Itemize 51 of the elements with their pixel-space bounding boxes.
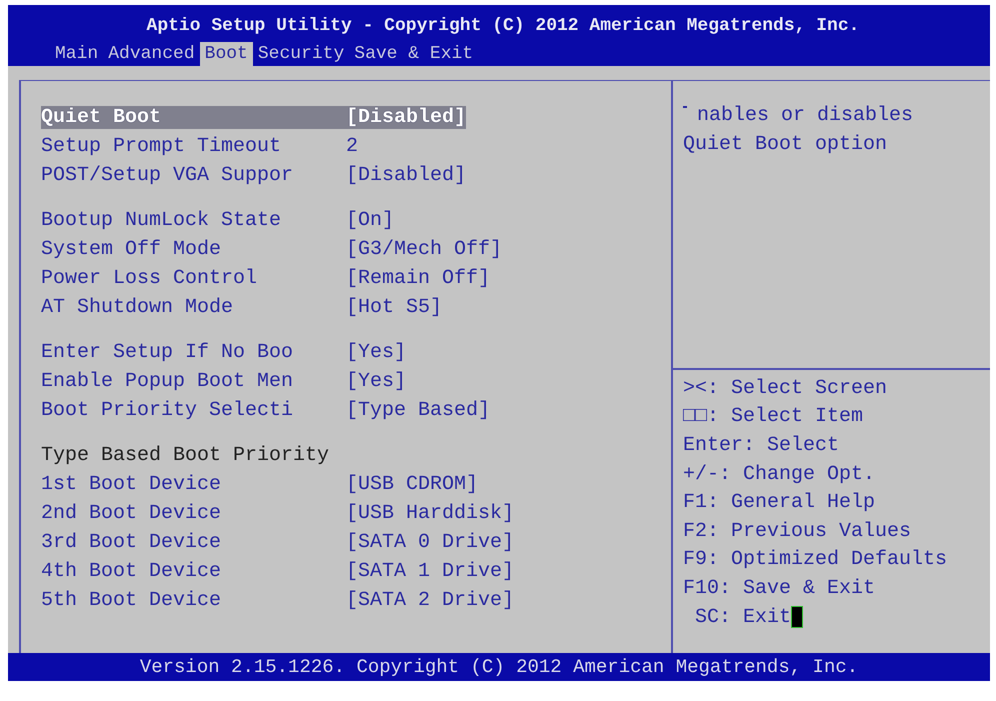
setting-label[interactable]: 2nd Boot Device [41, 502, 346, 525]
setting-label[interactable]: Boot Priority Selecti [41, 399, 346, 422]
section-heading: Type Based Boot Priority [41, 444, 330, 467]
setting-value[interactable]: [Hot S5] [346, 296, 442, 319]
key-hint: F9: Optimized Defaults [683, 548, 948, 572]
key-hint: □□: Select Item [683, 405, 864, 428]
setting-value[interactable]: [SATA 2 Drive] [346, 589, 514, 612]
setting-label[interactable]: Quiet Boot [41, 106, 346, 129]
setting-value[interactable]: [Remain Off] [346, 267, 490, 290]
key-hint: SC: Exit [695, 606, 792, 629]
setting-value[interactable]: [Disabled] [346, 106, 466, 129]
setting-label[interactable]: Bootup NumLock State [41, 209, 346, 232]
tab[interactable]: Advanced [103, 42, 200, 66]
setting-label[interactable]: Power Loss Control [41, 267, 346, 290]
setting-value[interactable]: [G3/Mech Off] [346, 238, 502, 261]
cursor-block [791, 606, 804, 628]
window-title: Aptio Setup Utility - Copyright (C) 2012 American Megatrends, Inc. [146, 15, 860, 37]
key-hint: ><: Select Screen [683, 376, 888, 400]
tab[interactable]: Boot [200, 42, 253, 66]
setting-label[interactable]: System Off Mode [41, 238, 346, 261]
key-hint: F1: General Help [683, 491, 876, 514]
setting-value[interactable]: [SATA 1 Drive] [346, 560, 514, 583]
setting-value[interactable]: [Type Based] [346, 399, 490, 422]
version-text: Version 2.15.1226. Copyright (C) 2012 American Megatrends, Inc. [140, 656, 858, 678]
setting-label[interactable]: AT Shutdown Mode [41, 296, 346, 319]
setting-label[interactable]: 3rd Boot Device [41, 531, 346, 554]
tab[interactable]: Security [252, 42, 350, 66]
setting-value[interactable]: [Yes] [346, 370, 406, 393]
setting-label[interactable]: Setup Prompt Timeout [41, 135, 346, 158]
tick-mark [683, 106, 687, 108]
tab[interactable]: Save & Exit [349, 42, 478, 66]
setting-value[interactable]: [Yes] [346, 341, 406, 364]
setting-label[interactable]: 1st Boot Device [41, 473, 346, 496]
setting-label[interactable]: POST/Setup VGA Suppor [41, 164, 346, 187]
setting-value[interactable]: [Disabled] [346, 164, 466, 187]
key-hint: F10: Save & Exit [683, 576, 876, 600]
setting-value[interactable]: [SATA 0 Drive] [346, 531, 514, 554]
setting-value[interactable]: [On] [346, 209, 394, 232]
setting-label[interactable]: Enable Popup Boot Men [41, 370, 346, 393]
setting-label[interactable]: Enter Setup If No Boo [41, 341, 346, 364]
key-hint: +/-: Change Opt. [683, 462, 876, 486]
tab[interactable]: Main [50, 42, 104, 66]
setting-label[interactable]: 5th Boot Device [41, 589, 346, 612]
key-hint: F2: Previous Values [683, 520, 912, 543]
setting-value[interactable]: 2 [346, 135, 358, 158]
setting-value[interactable]: [USB CDROM] [346, 473, 478, 496]
setting-value[interactable]: [USB Harddisk] [346, 502, 514, 525]
help-text: nables or disables [697, 104, 914, 127]
help-text: Quiet Boot option [683, 133, 888, 156]
setting-label[interactable]: 4th Boot Device [41, 560, 346, 583]
key-hint: Enter: Select [683, 434, 840, 457]
